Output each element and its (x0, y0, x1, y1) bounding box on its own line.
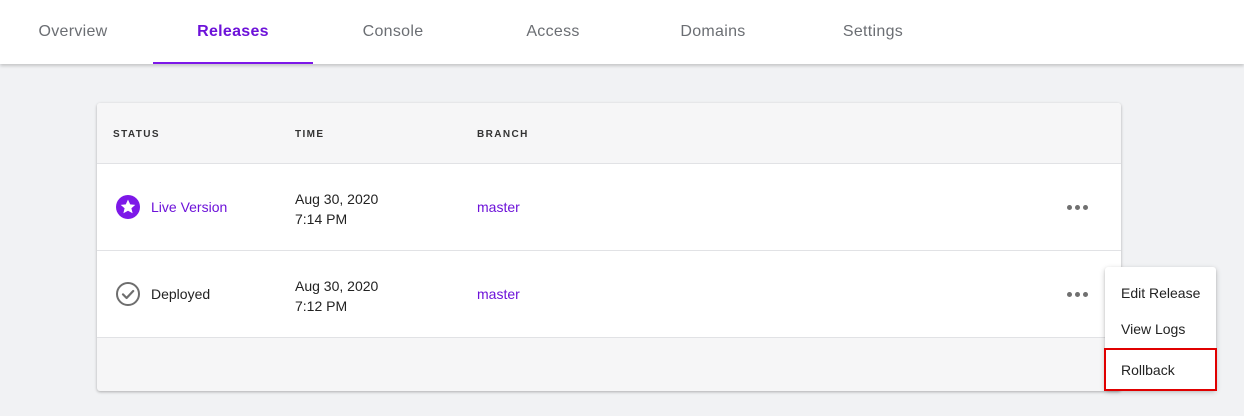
tab-releases[interactable]: Releases (153, 0, 313, 64)
column-header-branch: BRANCH (477, 129, 529, 140)
dot-icon (1066, 291, 1072, 297)
column-header-status: STATUS (113, 129, 160, 140)
tab-console[interactable]: Console (313, 0, 473, 64)
time-cell: Aug 30, 2020 7:14 PM (295, 189, 378, 229)
branch-link[interactable]: master (477, 164, 520, 250)
star-icon (115, 194, 141, 220)
table-row: Live Version Aug 30, 2020 7:14 PM master (97, 164, 1121, 251)
dot-icon (1082, 291, 1088, 297)
tab-domains[interactable]: Domains (633, 0, 793, 64)
release-date: Aug 30, 2020 (295, 191, 379, 207)
tab-overview[interactable]: Overview (0, 0, 153, 64)
releases-table: STATUS TIME BRANCH Live Version Aug 30, … (97, 103, 1121, 391)
release-date: Aug 30, 2020 (295, 278, 379, 294)
dot-icon (1066, 204, 1072, 210)
dot-icon (1082, 204, 1088, 210)
tab-bar: Overview Releases Console Access Domains… (0, 0, 1244, 64)
branch-link[interactable]: master (477, 251, 520, 337)
dot-icon (1074, 291, 1080, 297)
menu-item-rollback[interactable]: Rollback (1104, 348, 1217, 391)
status-label: Deployed (151, 286, 211, 302)
status-cell: Deployed (115, 251, 210, 337)
column-header-time: TIME (295, 129, 325, 140)
menu-item-view-logs[interactable]: View Logs (1105, 311, 1216, 347)
release-actions-menu: Edit Release View Logs Rollback (1104, 267, 1217, 391)
tab-settings[interactable]: Settings (793, 0, 953, 64)
release-time: 7:14 PM (295, 211, 348, 227)
status-label: Live Version (151, 199, 228, 215)
check-circle-icon (115, 281, 141, 307)
menu-item-edit-release[interactable]: Edit Release (1105, 275, 1216, 311)
table-row: Deployed Aug 30, 2020 7:12 PM master (97, 251, 1121, 338)
dot-icon (1074, 204, 1080, 210)
time-cell: Aug 30, 2020 7:12 PM (295, 276, 378, 316)
release-time: 7:12 PM (295, 298, 348, 314)
more-actions-button[interactable] (1062, 279, 1092, 309)
status-cell: Live Version (115, 164, 227, 250)
table-header: STATUS TIME BRANCH (97, 103, 1121, 164)
more-actions-button[interactable] (1062, 192, 1092, 222)
tab-access[interactable]: Access (473, 0, 633, 64)
